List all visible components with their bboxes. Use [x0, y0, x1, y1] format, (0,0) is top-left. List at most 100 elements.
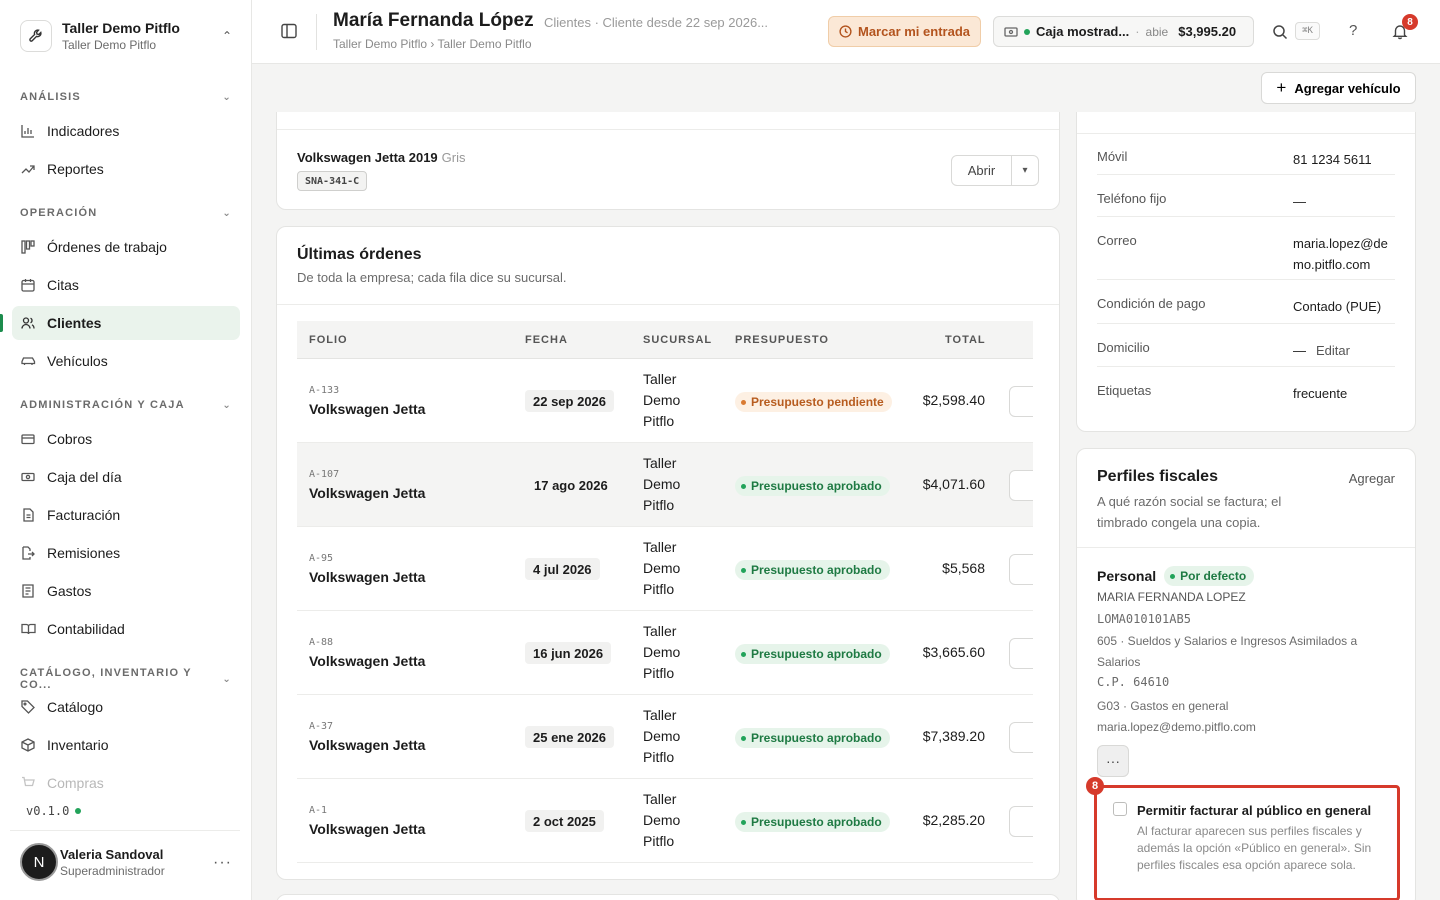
table-row[interactable]: A-107 Volkswagen Jetta 17 ago 2026 Talle… — [297, 443, 1033, 527]
more-horizontal-icon[interactable]: ··· — [213, 854, 232, 872]
column-header-presupuesto: PRESUPUESTO — [735, 334, 829, 346]
add-vehicle-button[interactable]: + Agregar vehículo — [1261, 72, 1416, 104]
vehicle-model: Volkswagen Jetta 2019 — [297, 150, 438, 165]
row-action-button[interactable] — [1009, 386, 1033, 417]
row-action-button[interactable] — [1009, 806, 1033, 837]
info-value: 81 1234 5611 — [1293, 152, 1372, 167]
public-invoice-checkbox[interactable] — [1113, 802, 1127, 816]
sidebar-item-vehiculos[interactable]: Vehículos — [12, 344, 240, 378]
info-label: Correo — [1097, 233, 1137, 248]
table-row[interactable]: A-88 Volkswagen Jetta 16 jun 2026 Taller… — [297, 611, 1033, 695]
avatar: N — [20, 843, 58, 881]
column-header-folio: FOLIO — [309, 334, 348, 346]
sidebar-item-indicadores[interactable]: Indicadores — [12, 114, 240, 148]
info-label: Etiquetas — [1097, 383, 1152, 398]
register-state: abie — [1145, 24, 1169, 39]
orders-table: FOLIO FECHA SUCURSAL PRESUPUESTO TOTAL A… — [297, 321, 1033, 863]
order-vehicle: Volkswagen Jetta — [309, 653, 426, 669]
row-action-button[interactable] — [1009, 470, 1033, 501]
status-label: Presupuesto aprobado — [751, 479, 882, 493]
divider — [277, 304, 1059, 305]
public-invoice-label[interactable]: Permitir facturar al público en general — [1137, 803, 1371, 818]
section-title: Perfiles fiscales — [1097, 468, 1218, 485]
search-icon[interactable] — [1272, 24, 1288, 40]
workspace-subtitle: Taller Demo Pitflo — [62, 38, 157, 52]
help-icon[interactable]: ? — [1349, 22, 1357, 39]
add-vehicle-label: Agregar vehículo — [1294, 80, 1401, 96]
chevron-down-icon: ⌄ — [222, 91, 232, 103]
row-action-button[interactable] — [1009, 554, 1033, 585]
profile-name: Personal — [1097, 568, 1157, 584]
row-action-button[interactable] — [1009, 722, 1033, 753]
sidebar-item-catalogo[interactable]: Catálogo — [12, 690, 240, 724]
order-total: $4,071.60 — [922, 476, 985, 492]
nav-section-catalogo[interactable]: CATÁLOGO, INVENTARIO Y CO... ⌄ — [20, 667, 232, 691]
order-branch: Taller Demo Pitflo — [643, 539, 681, 597]
order-branch: Taller Demo Pitflo — [643, 707, 681, 765]
order-date: 17 ago 2026 — [534, 477, 608, 493]
sidebar-item-citas[interactable]: Citas — [12, 268, 240, 302]
order-date: 22 sep 2026 — [525, 390, 615, 412]
trend-up-icon — [20, 161, 36, 177]
order-folio: A-133 — [309, 385, 340, 396]
sidebar-item-reportes[interactable]: Reportes — [12, 152, 240, 186]
nav-section-label: OPERACIÓN — [20, 207, 98, 219]
sidebar-item-ordenes[interactable]: Órdenes de trabajo — [12, 230, 240, 264]
order-date: 16 jun 2026 — [525, 642, 612, 664]
divider — [316, 14, 317, 50]
profile-tax-regime: 605 · Sueldos y Salarios e Ingresos Asim… — [1097, 634, 1358, 669]
user-role: Superadministrador — [60, 863, 165, 878]
sidebar-item-clientes[interactable]: Clientes — [12, 306, 240, 340]
sidebar-toggle-icon[interactable] — [280, 22, 300, 42]
row-action-button[interactable] — [1009, 638, 1033, 669]
sidebar-item-contabilidad[interactable]: Contabilidad — [12, 612, 240, 646]
chevron-down-icon[interactable]: ▾ — [1012, 156, 1038, 185]
profile-more-button[interactable]: ··· — [1097, 745, 1129, 777]
table-row[interactable]: A-133 Volkswagen Jetta 22 sep 2026 Talle… — [297, 359, 1033, 443]
license-plate: SNA-341-C — [297, 171, 368, 191]
sidebar-item-cobros[interactable]: Cobros — [12, 422, 240, 456]
next-card — [276, 894, 1060, 900]
nav-section-label: ANÁLISIS — [20, 91, 81, 103]
status-dot — [741, 399, 746, 405]
table-row[interactable]: A-37 Volkswagen Jetta 25 ene 2026 Taller… — [297, 695, 1033, 779]
active-indicator — [0, 314, 3, 332]
status-label: Presupuesto aprobado — [751, 815, 882, 829]
info-label: Teléfono fijo — [1097, 191, 1167, 206]
nav-section-analisis[interactable]: ANÁLISIS ⌄ — [20, 91, 232, 103]
sidebar-item-inventario[interactable]: Inventario — [12, 728, 240, 762]
order-vehicle: Volkswagen Jetta — [309, 485, 426, 501]
file-export-icon — [20, 545, 36, 561]
sidebar-item-remisiones[interactable]: Remisiones — [12, 536, 240, 570]
workspace-switcher[interactable]: Taller Demo Pitflo Taller Demo Pitflo ⌃ — [12, 10, 240, 62]
sidebar-item-facturacion[interactable]: Facturación — [12, 498, 240, 532]
divider — [277, 129, 1059, 130]
info-value: frecuente — [1293, 386, 1348, 401]
table-row[interactable]: A-95 Volkswagen Jetta 4 jul 2026 Taller … — [297, 527, 1033, 611]
cash-register-selector[interactable]: Caja mostrad... · abie $3,995.20 — [993, 16, 1254, 47]
sidebar-item-label: Gastos — [47, 583, 92, 599]
main-content: Volkswagen Jetta 2019 Gris SNA-341-C Abri… — [252, 112, 1440, 900]
sidebar-item-caja[interactable]: Caja del día — [12, 460, 240, 494]
vehicle-color: Gris — [441, 150, 466, 165]
sidebar-item-gastos[interactable]: Gastos — [12, 574, 240, 608]
open-vehicle-button[interactable]: Abrir — [952, 156, 1012, 185]
sidebar-item-compras[interactable]: Compras — [12, 766, 240, 800]
status-dot — [741, 819, 746, 825]
table-row[interactable]: A-1 Volkswagen Jetta 2 oct 2025 Taller D… — [297, 779, 1033, 863]
nav-section-administracion[interactable]: ADMINISTRACIÓN Y CAJA ⌄ — [20, 399, 232, 411]
info-row-payment-terms: Condición de pago Contado (PUE) — [1097, 280, 1395, 324]
clock-in-button[interactable]: Marcar mi entrada — [828, 16, 981, 47]
profile-email: maria.lopez@demo.pitflo.com — [1097, 720, 1256, 734]
status-badge: Presupuesto aprobado — [735, 644, 890, 664]
edit-address-link[interactable]: Editar — [1316, 343, 1350, 358]
section-title: Últimas órdenes — [297, 246, 422, 263]
credit-card-icon — [20, 431, 36, 447]
sidebar: Taller Demo Pitflo Taller Demo Pitflo ⌃ … — [0, 0, 252, 900]
add-fiscal-profile-button[interactable]: Agregar — [1349, 471, 1395, 486]
user-menu[interactable]: N Valeria Sandoval Superadministrador ··… — [20, 842, 240, 882]
box-icon — [20, 737, 36, 753]
nav-section-operacion[interactable]: OPERACIÓN ⌄ — [20, 207, 232, 219]
sidebar-item-label: Caja del día — [47, 469, 122, 485]
order-vehicle: Volkswagen Jetta — [309, 821, 426, 837]
